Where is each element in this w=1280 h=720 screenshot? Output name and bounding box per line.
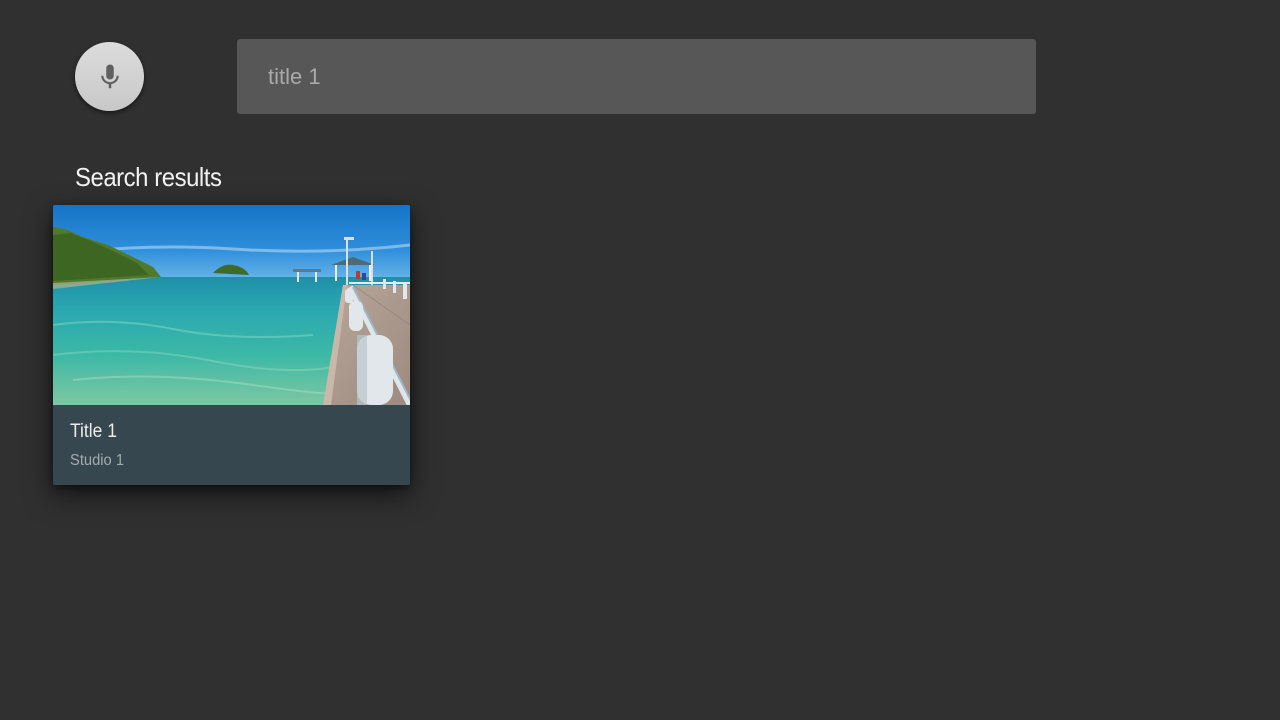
search-box[interactable] — [237, 39, 1036, 114]
search-input[interactable] — [268, 63, 1036, 90]
voice-search-button[interactable] — [75, 42, 144, 111]
result-card[interactable]: Title 1 Studio 1 — [53, 205, 410, 485]
search-screen: Search results — [0, 0, 1280, 720]
card-thumbnail — [53, 205, 410, 405]
card-title: Title 1 — [70, 421, 117, 442]
results-heading: Search results — [75, 162, 222, 192]
microphone-icon — [100, 64, 119, 88]
card-subtitle: Studio 1 — [70, 452, 125, 469]
card-info — [53, 405, 410, 485]
